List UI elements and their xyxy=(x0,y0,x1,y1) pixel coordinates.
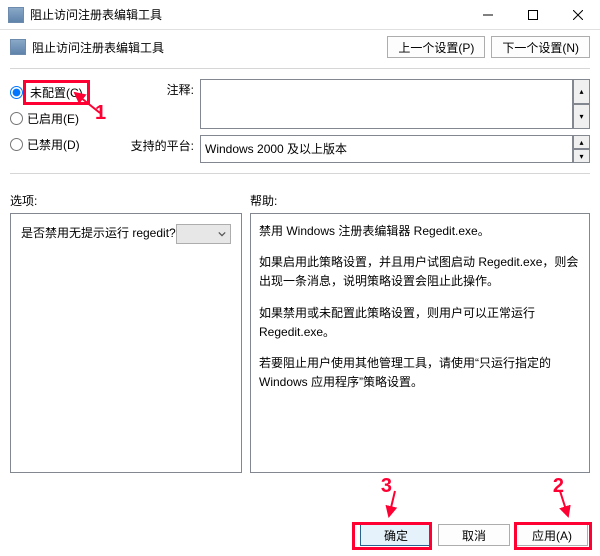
comment-field[interactable] xyxy=(200,79,573,129)
platform-spin-down[interactable]: ▾ xyxy=(573,149,590,163)
help-label: 帮助: xyxy=(250,192,590,209)
comment-spin-up[interactable]: ▴ xyxy=(573,79,590,104)
platform-field: Windows 2000 及以上版本 xyxy=(200,135,573,163)
radio-disabled[interactable]: 已禁用(D) xyxy=(10,131,130,157)
chevron-down-icon xyxy=(218,230,226,238)
policy-title: 阻止访问注册表编辑工具 xyxy=(32,39,387,56)
options-panel: 是否禁用无提示运行 regedit? xyxy=(10,213,242,473)
option-question: 是否禁用无提示运行 regedit? xyxy=(21,224,176,241)
platform-label: 支持的平台: xyxy=(130,135,200,163)
policy-icon xyxy=(10,39,26,55)
apply-button[interactable]: 应用(A) xyxy=(516,524,588,546)
comment-spin-down[interactable]: ▾ xyxy=(573,104,590,129)
annotation-arrow-2 xyxy=(540,486,580,526)
minimize-button[interactable] xyxy=(465,0,510,30)
platform-spin-up[interactable]: ▴ xyxy=(573,135,590,149)
annotation-2: 2 xyxy=(553,475,564,498)
help-panel: 禁用 Windows 注册表编辑器 Regedit.exe。 如果启用此策略设置… xyxy=(250,213,590,473)
option-dropdown[interactable] xyxy=(176,224,231,244)
help-text-4: 若要阻止用户使用其他管理工具，请使用“只运行指定的 Windows 应用程序”策… xyxy=(259,354,581,392)
close-button[interactable] xyxy=(555,0,600,30)
previous-setting-button[interactable]: 上一个设置(P) xyxy=(387,36,485,58)
window-controls xyxy=(465,0,600,30)
header-row: 阻止访问注册表编辑工具 上一个设置(P) 下一个设置(N) xyxy=(0,30,600,64)
help-text-2: 如果启用此策略设置，并且用户试图启动 Regedit.exe，则会出现一条消息，… xyxy=(259,253,581,291)
divider xyxy=(10,68,590,69)
ok-button[interactable]: 确定 xyxy=(360,524,432,546)
cancel-button[interactable]: 取消 xyxy=(438,524,510,546)
next-setting-button[interactable]: 下一个设置(N) xyxy=(491,36,590,58)
radio-enabled[interactable]: 已启用(E) xyxy=(10,105,130,131)
radio-disabled-input[interactable] xyxy=(10,138,23,151)
divider-2 xyxy=(10,173,590,174)
radio-not-configured-input[interactable] xyxy=(10,86,23,99)
comment-label: 注释: xyxy=(130,79,200,129)
help-text-3: 如果禁用或未配置此策略设置，则用户可以正常运行 Regedit.exe。 xyxy=(259,304,581,342)
help-text-1: 禁用 Windows 注册表编辑器 Regedit.exe。 xyxy=(259,222,581,241)
window-title: 阻止访问注册表编辑工具 xyxy=(30,6,465,23)
annotation-3: 3 xyxy=(381,475,392,498)
options-label: 选项: xyxy=(10,192,250,209)
titlebar: 阻止访问注册表编辑工具 xyxy=(0,0,600,30)
app-icon xyxy=(8,7,24,23)
footer-buttons: 确定 取消 应用(A) xyxy=(360,524,588,546)
radio-not-configured[interactable]: 未配置(C) xyxy=(10,79,130,105)
annotation-arrow-3 xyxy=(375,486,415,526)
maximize-button[interactable] xyxy=(510,0,555,30)
radio-group: 未配置(C) 已启用(E) 已禁用(D) xyxy=(10,79,130,163)
radio-enabled-input[interactable] xyxy=(10,112,23,125)
